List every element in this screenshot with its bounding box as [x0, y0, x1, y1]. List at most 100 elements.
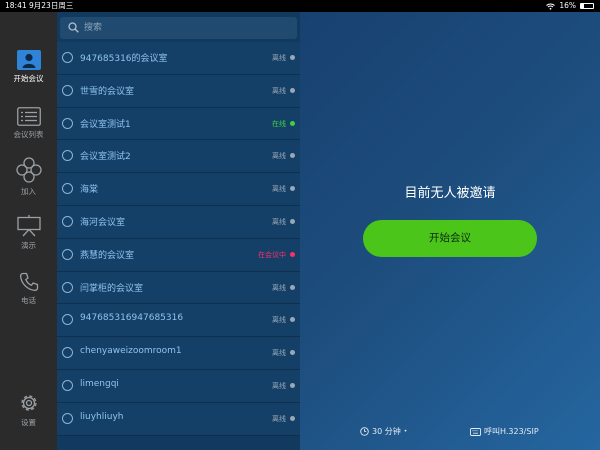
room-list-item[interactable]: chenyaweizoomroom1 离线	[57, 337, 300, 370]
room-name: 世雪的会议室	[80, 86, 135, 97]
start-meeting-button[interactable]: 开始会议	[363, 220, 537, 257]
select-radio[interactable]	[62, 84, 73, 96]
status-dot-icon	[290, 382, 295, 388]
select-radio[interactable]	[62, 379, 73, 391]
room-list-item[interactable]: 海河会议室 离线	[57, 205, 300, 239]
status-dot-icon	[290, 55, 295, 60]
room-list-item[interactable]: 世雪的会议室 离线	[57, 74, 300, 108]
duration-selector[interactable]: 30 分钟 •	[360, 426, 407, 437]
room-status: 离线	[272, 86, 286, 95]
sidebar-item-meeting-list[interactable]: 会议列表	[0, 107, 57, 140]
select-radio[interactable]	[62, 52, 73, 63]
room-status: 在线	[272, 119, 286, 128]
room-status: 离线	[272, 414, 286, 423]
room-list-item[interactable]: 会议室测试1 在线	[57, 107, 300, 141]
battery-icon	[580, 3, 594, 9]
select-radio[interactable]	[62, 117, 73, 129]
sidebar-item-start-meeting[interactable]: 开始会议	[0, 50, 57, 84]
sidebar-item-settings[interactable]: 设置	[0, 392, 57, 428]
call-label: 呼叫H.323/SIP	[484, 427, 539, 436]
room-status: 离线	[272, 217, 286, 226]
sidebar-label: 设置	[21, 418, 36, 427]
room-list-item[interactable]: 闫掌柜的会议室 离线	[57, 271, 300, 305]
select-radio[interactable]	[62, 215, 73, 227]
status-dot-icon	[290, 120, 295, 126]
room-status: 离线	[272, 54, 286, 62]
room-name: 海河会议室	[80, 217, 126, 228]
search-icon	[68, 22, 79, 33]
room-name: liuyhliuyh	[80, 411, 124, 422]
room-list-item[interactable]: 海棠 离线	[57, 173, 300, 206]
select-radio[interactable]	[62, 248, 73, 260]
status-dot-icon	[290, 186, 295, 192]
room-name: 闫掌柜的会议室	[80, 283, 144, 294]
room-name: 燕慧的会议室	[80, 250, 135, 261]
dropdown-indicator-icon: •	[403, 428, 408, 435]
wifi-icon	[546, 3, 556, 10]
status-time: 18:41	[5, 1, 27, 10]
room-name: 947685316的会议室	[80, 54, 168, 64]
sidebar: 开始会议 会议列表 加入 演示 电话 设置	[0, 12, 57, 450]
room-list-item[interactable]: 947685316947685316 离线	[57, 304, 300, 338]
select-radio[interactable]	[62, 150, 73, 162]
phone-icon	[19, 272, 38, 292]
no-invitees-message: 目前无人被邀请	[404, 186, 496, 201]
status-dot-icon	[290, 87, 295, 93]
select-radio[interactable]	[62, 412, 73, 424]
status-dot-icon	[290, 350, 295, 356]
room-list-item[interactable]: 947685316的会议室 离线	[57, 42, 300, 75]
status-dot-icon	[290, 251, 295, 257]
room-list-item[interactable]: 会议室测试2 离线	[57, 140, 300, 174]
search-bar	[60, 17, 297, 39]
search-input[interactable]	[84, 19, 289, 37]
select-radio[interactable]	[62, 281, 73, 293]
list-icon	[16, 107, 41, 126]
room-list-item[interactable]: liuyhliuyh 离线	[57, 402, 300, 436]
room-status: 离线	[272, 185, 286, 194]
main-panel: 目前无人被邀请 开始会议 30 分钟 • 呼叫H.323/SIP	[300, 12, 600, 450]
gear-icon	[20, 395, 37, 411]
select-radio[interactable]	[62, 183, 73, 195]
room-status: 离线	[272, 316, 286, 325]
room-name: limengqi	[80, 378, 119, 389]
select-radio[interactable]	[62, 314, 73, 326]
room-status: 离线	[272, 349, 286, 358]
room-list-panel: 947685316的会议室离线世雪的会议室离线会议室测试1在线会议室测试2离线海…	[57, 12, 300, 450]
status-right: 16%	[546, 0, 594, 12]
status-dot-icon	[290, 317, 295, 323]
room-name: chenyaweizoomroom1	[80, 346, 182, 357]
room-name: 会议室测试2	[80, 152, 131, 163]
room-status: 离线	[272, 152, 286, 161]
room-list-item[interactable]: 燕慧的会议室 在会议中	[57, 238, 300, 272]
room-name: 947685316947685316	[80, 313, 184, 324]
duration-label: 30 分钟	[372, 427, 401, 436]
sidebar-item-present[interactable]: 演示	[0, 215, 57, 251]
status-dot-icon	[290, 218, 295, 224]
room-list: 947685316的会议室 离线 世雪的会议室 离线 会议室测试1 在线 会议室测试2 离线海…	[57, 42, 300, 436]
keyboard-icon	[470, 427, 481, 436]
room-status: 在会议中	[258, 250, 286, 259]
status-dot-icon	[290, 153, 295, 159]
sidebar-label: 演示	[21, 241, 36, 250]
status-date: 9月23日周三	[29, 1, 74, 10]
battery-percent: 16%	[559, 1, 576, 10]
sidebar-item-join[interactable]: 加入	[0, 157, 57, 197]
status-dot-icon	[290, 415, 295, 421]
sidebar-label: 开始会议	[13, 74, 44, 83]
status-bar: 18:41 9月23日周三 16%	[0, 0, 600, 12]
select-radio[interactable]	[62, 347, 73, 359]
room-name: 会议室测试1	[80, 119, 131, 130]
call-h323-sip-link[interactable]: 呼叫H.323/SIP	[470, 426, 539, 437]
presentation-icon	[16, 215, 41, 237]
room-list-item[interactable]: limengqi 离线	[57, 369, 300, 403]
clock-icon	[360, 427, 369, 436]
person-icon	[16, 50, 41, 70]
join-icon	[15, 157, 42, 183]
sidebar-label: 电话	[21, 296, 36, 305]
room-name: 海棠	[80, 185, 99, 196]
sidebar-item-phone[interactable]: 电话	[0, 272, 57, 306]
status-dot-icon	[290, 284, 295, 290]
sidebar-label: 会议列表	[13, 130, 44, 139]
sidebar-label: 加入	[21, 187, 36, 196]
room-status: 离线	[272, 283, 286, 292]
